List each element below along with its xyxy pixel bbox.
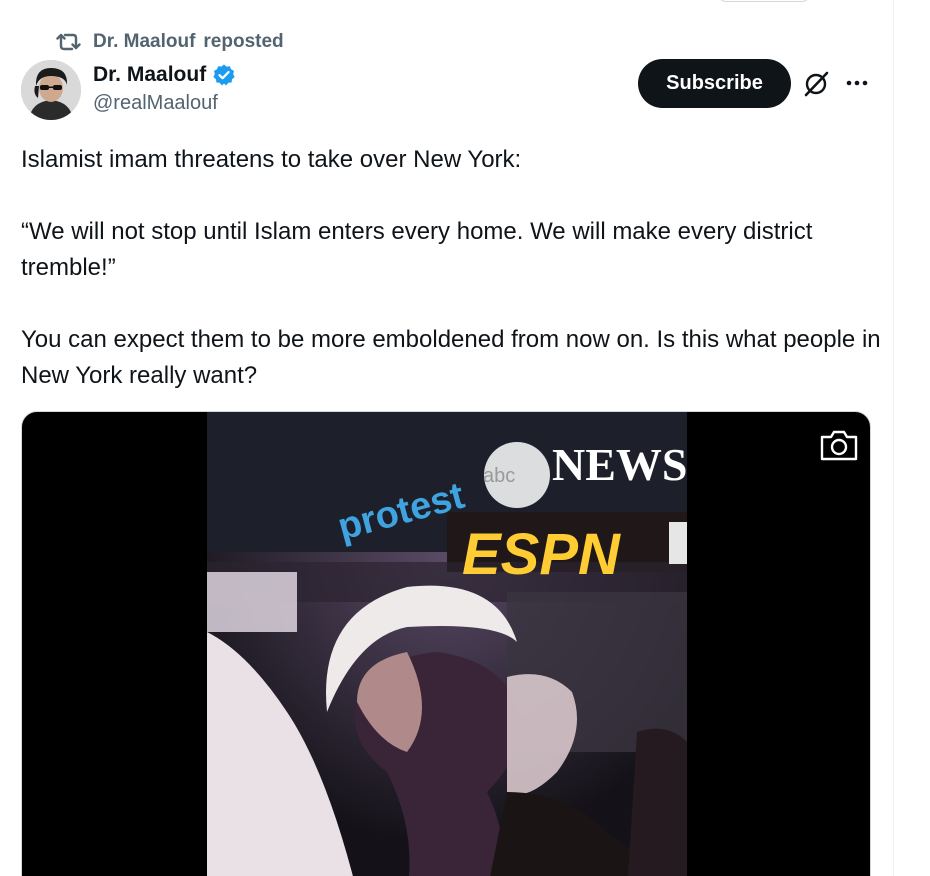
author-handle[interactable]: @realMaalouf — [93, 92, 218, 115]
camera-icon[interactable] — [818, 427, 860, 463]
subscribe-button[interactable]: Subscribe — [638, 59, 791, 108]
repost-label: reposted — [203, 31, 284, 52]
tweet-paragraph: Islamist imam threatens to take over New… — [21, 146, 522, 173]
top-pill-button[interactable] — [718, 0, 810, 2]
news-sign-text: NEWS — [552, 439, 687, 490]
repost-indicator: Dr. Maalouf reposted — [56, 30, 284, 54]
repost-icon — [56, 31, 82, 53]
avatar[interactable] — [21, 60, 81, 120]
tweet-paragraph: You can expect them to be more emboldene… — [21, 326, 888, 389]
author-name-row: Dr. Maalouf — [93, 61, 236, 89]
grok-icon[interactable] — [802, 70, 832, 98]
more-icon[interactable] — [842, 71, 872, 95]
abc-logo-text: abc — [483, 465, 515, 487]
verified-badge-icon[interactable] — [212, 63, 236, 87]
tweet-text: Islamist imam threatens to take over New… — [21, 142, 881, 394]
repost-name[interactable]: Dr. Maalouf — [93, 31, 195, 53]
video-frame[interactable]: abc NEWS protest ESPN — [207, 412, 687, 876]
tweet-paragraph: “We will not stop until Islam enters eve… — [21, 218, 820, 281]
video-player[interactable]: abc NEWS protest ESPN — [21, 411, 871, 876]
right-divider — [893, 0, 894, 876]
author-display-name[interactable]: Dr. Maalouf — [93, 63, 206, 87]
espn-sign-text: ESPN — [462, 522, 621, 587]
